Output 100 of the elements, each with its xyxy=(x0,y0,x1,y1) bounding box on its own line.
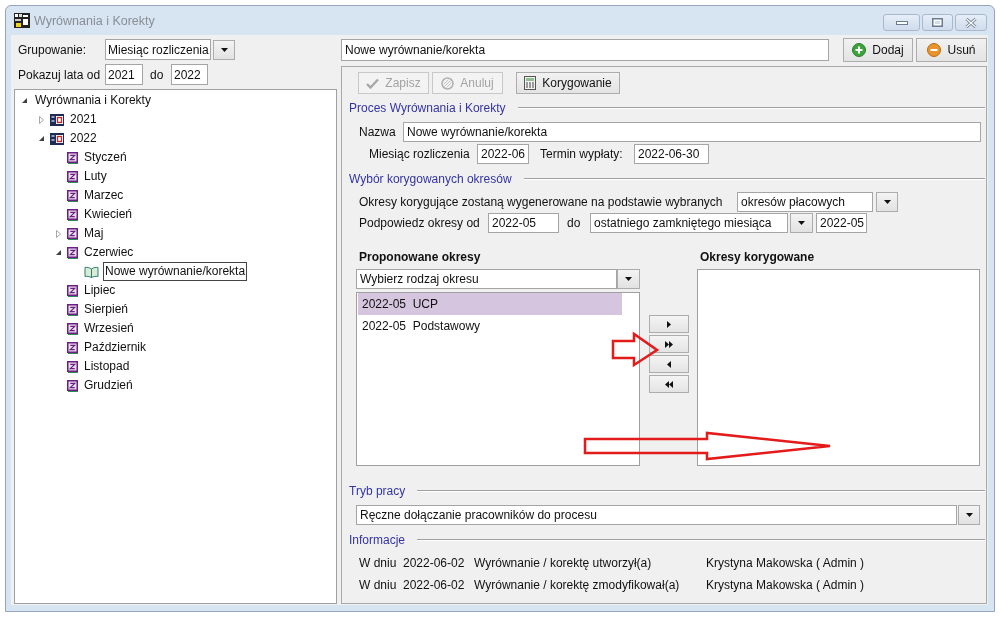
return-one-button[interactable] xyxy=(649,355,689,373)
add-button[interactable]: Dodaj xyxy=(843,38,913,62)
list-item[interactable]: 2022-05 UCP xyxy=(358,293,622,315)
month-field[interactable]: 2022-06 xyxy=(477,144,529,164)
info-date: 2022-06-02 xyxy=(403,556,465,570)
tree-item[interactable]: Lipiec xyxy=(82,281,118,300)
letter-tile-icon xyxy=(67,227,78,240)
caret-icon xyxy=(220,47,228,52)
name-field[interactable]: Nowe wyrównanie/korekta xyxy=(403,122,981,142)
circle-slash-icon xyxy=(441,76,455,90)
dropdown-button[interactable] xyxy=(213,39,235,60)
collapse-triangle-icon[interactable] xyxy=(38,136,44,141)
calendar-icon xyxy=(50,113,64,126)
section-title: Proces Wyrównania i Korekty xyxy=(348,101,506,115)
basis-label: Okresy korygujące zostaną wygenerowane na podstawie wybranych xyxy=(359,195,723,209)
dropdown-button[interactable] xyxy=(790,213,813,233)
list-item[interactable]: 2022-05 Podstawowy xyxy=(358,315,622,337)
hint-to-label: do xyxy=(567,216,581,230)
section-title: Wybór korygowanych okresów xyxy=(348,172,512,186)
tree-item[interactable]: Wyrównania i Korekty xyxy=(33,91,153,110)
collapse-triangle-icon[interactable] xyxy=(55,250,61,255)
dropdown-button[interactable] xyxy=(958,505,980,525)
work-mode-field[interactable]: Ręczne dołączanie pracowników do procesu xyxy=(356,505,957,525)
minimize-icon xyxy=(895,20,908,25)
letter-tile-icon xyxy=(67,189,78,202)
tree-item[interactable]: Grudzień xyxy=(82,376,135,395)
double-right-triangle-icon xyxy=(665,340,673,348)
double-left-triangle-icon xyxy=(665,380,673,388)
tree-item[interactable]: Wrzesień xyxy=(82,319,136,338)
window-title: Wyrównania i Korekty xyxy=(34,14,155,28)
caret-icon xyxy=(798,221,805,225)
letter-tile-icon xyxy=(67,379,78,392)
name-label: Nazwa xyxy=(359,125,396,139)
letter-tile-icon xyxy=(67,360,78,373)
app-icon xyxy=(14,13,30,28)
remove-button[interactable]: Usuń xyxy=(916,38,987,62)
month-label: Miesiąc rozliczenia xyxy=(369,147,470,161)
letter-tile-icon xyxy=(67,284,78,297)
calculator-icon xyxy=(524,76,537,90)
tree-item[interactable]: Nowe wyrównanie/korekta xyxy=(103,262,248,281)
check-icon xyxy=(366,77,380,89)
letter-tile-icon xyxy=(67,322,78,335)
left-triangle-icon xyxy=(667,360,671,368)
maximize-icon xyxy=(932,18,943,27)
hint-to-field[interactable]: 2022-05 xyxy=(816,213,867,233)
tree-item[interactable]: Luty xyxy=(82,167,109,186)
move-one-button[interactable] xyxy=(649,315,689,333)
letter-tile-icon xyxy=(67,303,78,316)
tree-item[interactable]: 2021 xyxy=(68,110,99,129)
basis-field[interactable]: okresów płacowych xyxy=(737,192,873,212)
section-title: Informacje xyxy=(348,533,406,547)
book-icon xyxy=(84,265,99,278)
tree-item[interactable]: Sierpień xyxy=(82,300,131,319)
close-button[interactable] xyxy=(955,14,987,31)
hint-from-field[interactable]: 2022-05 xyxy=(488,213,559,233)
caret-icon xyxy=(625,277,632,281)
info-action: Wyrównanie / korektę zmodyfikował(a) xyxy=(474,578,680,592)
corrected-list[interactable] xyxy=(697,269,980,466)
right-triangle-icon xyxy=(667,320,671,328)
payday-field[interactable]: 2022-06-30 xyxy=(634,144,709,164)
tree-item[interactable]: Maj xyxy=(82,224,106,243)
hint-mode-field[interactable]: ostatniego zamkniętego miesiąca xyxy=(590,213,788,233)
tree-item[interactable]: Czerwiec xyxy=(82,243,136,262)
tree-item[interactable]: Styczeń xyxy=(82,148,129,167)
return-all-button[interactable] xyxy=(649,375,689,393)
section-title: Tryb pracy xyxy=(348,484,406,498)
plus-circle-icon xyxy=(852,43,867,57)
tree-item[interactable]: Kwiecień xyxy=(82,205,135,224)
maximize-button[interactable] xyxy=(922,14,953,31)
dropdown-button[interactable] xyxy=(876,192,898,212)
years-to-label: do xyxy=(150,67,164,82)
info-date: 2022-06-02 xyxy=(403,578,465,592)
move-all-button[interactable] xyxy=(649,335,689,353)
minus-circle-icon xyxy=(927,43,942,57)
grouping-field[interactable]: Miesiąc rozliczenia xyxy=(105,39,211,60)
calculate-button[interactable]: Korygowanie xyxy=(516,72,620,94)
grouping-label: Grupowanie: xyxy=(18,42,87,57)
letter-tile-icon xyxy=(67,151,78,164)
letter-tile-icon xyxy=(67,341,78,354)
info-action: Wyrównanie / korektę utworzył(a) xyxy=(474,556,652,570)
minimize-button[interactable] xyxy=(883,14,920,31)
years-label: Pokazuj lata od xyxy=(18,67,101,82)
year-to-field[interactable]: 2022 xyxy=(171,64,208,85)
info-label: W dniu xyxy=(359,578,397,592)
dropdown-button[interactable] xyxy=(617,269,640,289)
list-title: Proponowane okresy xyxy=(359,249,481,265)
tree-item[interactable]: Marzec xyxy=(82,186,126,205)
tree-item[interactable]: Listopad xyxy=(82,357,132,376)
period-type-field[interactable]: Wybierz rodzaj okresu xyxy=(356,269,617,289)
calendar-icon xyxy=(50,132,64,145)
letter-tile-icon xyxy=(67,208,78,221)
info-user: Krystyna Makowska ( Admin ) xyxy=(706,578,865,592)
payday-label: Termin wypłaty: xyxy=(540,147,623,161)
year-from-field[interactable]: 2021 xyxy=(105,64,143,85)
record-name-field[interactable]: Nowe wyrównanie/korekta xyxy=(341,39,829,61)
tree-item[interactable]: 2022 xyxy=(68,129,99,148)
hint-label: Podpowiedz okresy od xyxy=(359,216,480,230)
tree-item[interactable]: Październik xyxy=(82,338,149,357)
collapse-triangle-icon[interactable] xyxy=(21,98,27,103)
info-label: W dniu xyxy=(359,556,397,570)
